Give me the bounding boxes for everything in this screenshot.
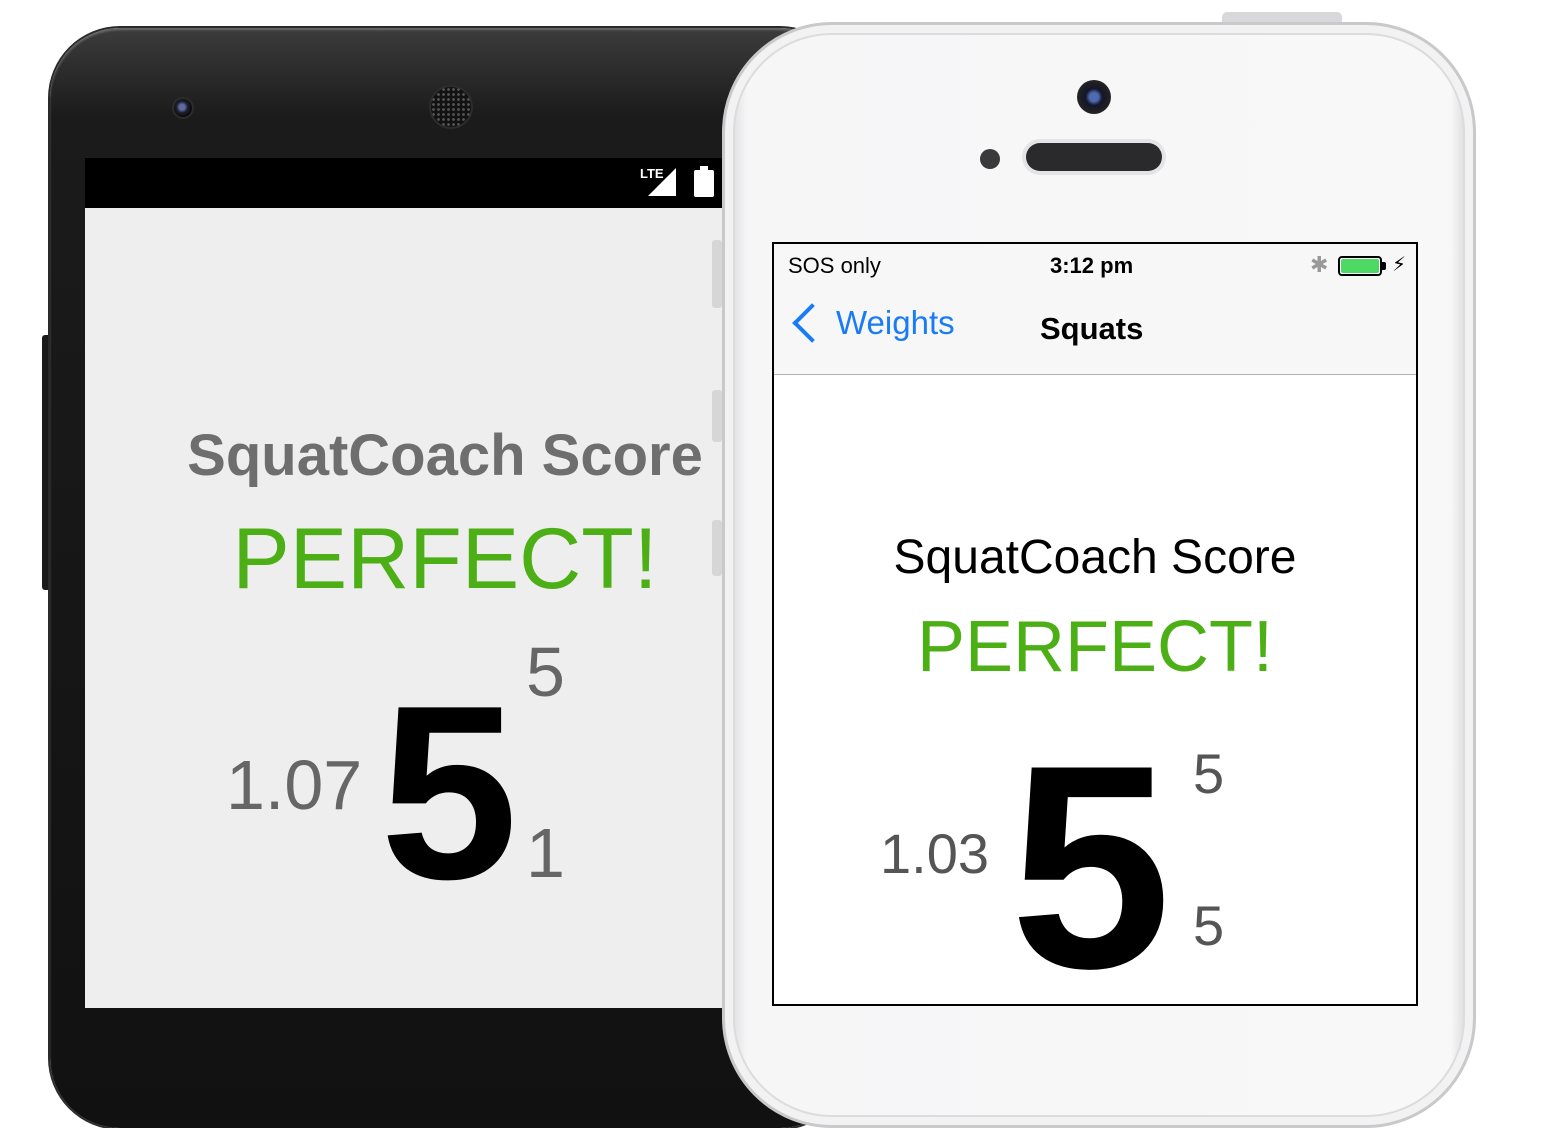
earpiece (1026, 143, 1162, 171)
score-title: SquatCoach Score (187, 423, 703, 488)
score-main-value: 5 (1010, 705, 1172, 1029)
battery-tip (1382, 262, 1386, 270)
battery-icon (1338, 256, 1382, 276)
back-button[interactable]: Weights (790, 303, 955, 343)
score-title: SquatCoach Score (893, 531, 1297, 584)
front-camera-icon (1077, 80, 1111, 114)
score-top-value: 5 (526, 633, 565, 711)
android-status-bar (85, 158, 825, 208)
back-button-label: Weights (836, 304, 955, 341)
score-bottom-value: 1 (526, 814, 565, 892)
volume-up-button (712, 240, 722, 308)
lightning-icon: ⚡︎ (1392, 254, 1407, 276)
battery-level (1341, 259, 1379, 273)
score-rating: PERFECT! (232, 511, 658, 607)
volume-down-button (712, 390, 722, 442)
proximity-sensor (980, 149, 1000, 169)
score-rating: PERFECT! (916, 607, 1274, 687)
score-main-value: 5 (380, 653, 518, 931)
score-left-value: 1.07 (226, 746, 363, 824)
side-button (712, 520, 722, 576)
battery-icon (694, 166, 714, 197)
score-left-value: 1.03 (880, 822, 989, 885)
sleep-button (1222, 12, 1342, 22)
score-top-value: 5 (1193, 742, 1225, 805)
chevron-left-icon (792, 303, 832, 343)
carrier-label: SOS only (788, 253, 881, 278)
front-camera-icon (172, 97, 194, 119)
score-bottom-value: 5 (1193, 894, 1225, 957)
speaker-grille (429, 85, 473, 129)
nav-title: Squats (1040, 311, 1144, 346)
status-time: 3:12 pm (1050, 253, 1134, 278)
signal-icon (648, 168, 676, 196)
bluetooth-icon: ✱ (1310, 252, 1329, 277)
